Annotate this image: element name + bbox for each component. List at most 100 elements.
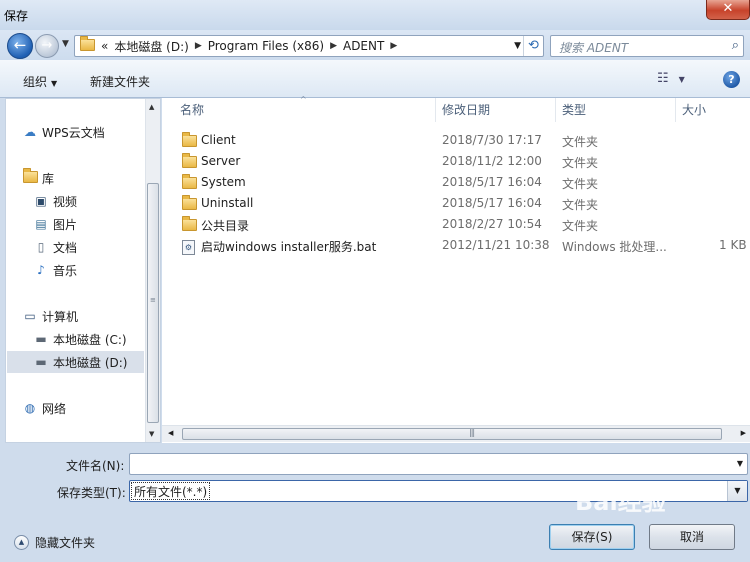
back-arrow-icon: ← (13, 36, 27, 54)
file-row[interactable]: Client 2018/7/30 17:17 文件夹 (162, 130, 750, 151)
file-row[interactable]: ⚙ 启动windows installer服务.bat 2012/11/21 1… (162, 235, 750, 256)
forward-arrow-icon: → (41, 38, 53, 53)
hide-folders-toggle[interactable]: ▲ 隐藏文件夹 (14, 534, 95, 551)
organize-button[interactable]: 组织 ▼ (23, 73, 57, 90)
column-header-name[interactable]: 名称 (162, 98, 436, 122)
folder-icon (182, 174, 198, 189)
cloud-icon: ☁ (24, 125, 36, 139)
picture-icon: ▤ (35, 217, 47, 231)
breadcrumb-prefix[interactable]: « (101, 39, 108, 53)
file-row[interactable]: Server 2018/11/2 12:00 文件夹 (162, 151, 750, 172)
command-toolbar: 组织 ▼ 新建文件夹 ☷ ▼ ? (0, 60, 750, 98)
file-row[interactable]: 公共目录 2018/2/27 10:54 文件夹 (162, 214, 750, 235)
breadcrumb-item[interactable]: ADENT (343, 39, 384, 53)
filename-field[interactable]: ▼ (129, 453, 748, 475)
drive-icon: ▬ (35, 355, 47, 369)
file-date: 2018/2/27 10:54 (442, 217, 542, 231)
file-name: Client (201, 133, 236, 147)
refresh-icon[interactable]: ⟲ (523, 36, 543, 56)
organize-label: 组织 (23, 75, 48, 89)
scroll-right-icon[interactable]: ▶ (741, 429, 746, 437)
file-list-pane: ^ 名称 修改日期 类型 大小 Client 2018/7/30 17:17 文… (162, 95, 750, 443)
sidebar-item-network[interactable]: ◍ 网络 (22, 397, 162, 419)
forward-button[interactable]: → (35, 34, 59, 58)
file-type: 文件夹 (562, 135, 599, 149)
breadcrumb-item[interactable]: 本地磁盘 (D:) (114, 38, 188, 55)
file-name: 启动windows installer服务.bat (201, 240, 377, 254)
sidebar-item-label: 视频 (53, 194, 78, 209)
file-type: Windows 批处理... (562, 240, 667, 254)
sidebar-item-drive-d[interactable]: ▬ 本地磁盘 (D:) (7, 351, 144, 373)
column-header-date[interactable]: 修改日期 (436, 98, 556, 122)
sidebar-item-label: 计算机 (42, 309, 79, 324)
navigation-bar: ← → ▼ « 本地磁盘 (D:) ▶ Program Files (x86) … (0, 30, 750, 60)
sidebar-item-label: 文档 (53, 240, 78, 255)
horizontal-scrollbar[interactable]: ◀ ||| ▶ (162, 425, 750, 442)
file-type: 文件夹 (562, 177, 599, 191)
address-dropdown-icon[interactable]: ▼ (514, 41, 521, 51)
chevron-down-icon[interactable]: ▼ (727, 481, 747, 501)
sidebar-item-computer[interactable]: ▭ 计算机 (22, 305, 162, 327)
chevron-down-icon: ▼ (51, 79, 58, 88)
sidebar-item-label: 本地磁盘 (C:) (53, 332, 127, 347)
chevron-right-icon[interactable]: ▶ (330, 41, 337, 51)
scroll-down-icon[interactable]: ▼ (149, 430, 154, 438)
new-folder-label: 新建文件夹 (90, 75, 151, 89)
document-icon: ▯ (37, 240, 45, 254)
view-options-icon: ☷ (657, 71, 669, 86)
scroll-left-icon[interactable]: ◀ (168, 429, 173, 437)
chevron-down-icon: ▼ (678, 75, 685, 84)
column-header-size[interactable]: 大小 (676, 98, 750, 122)
close-button[interactable]: ✕ (706, 0, 750, 20)
chevron-right-icon[interactable]: ▶ (195, 41, 202, 51)
file-name: Uninstall (201, 196, 254, 210)
batch-file-icon: ⚙ (182, 237, 198, 255)
scrollbar-thumb[interactable]: ||| (182, 428, 722, 440)
hide-folders-label: 隐藏文件夹 (35, 536, 96, 550)
file-row[interactable]: System 2018/5/17 16:04 文件夹 (162, 172, 750, 193)
title-bar: 保存 ✕ (0, 0, 750, 30)
folder-icon (80, 35, 95, 54)
filename-input[interactable] (132, 455, 722, 473)
address-bar[interactable]: « 本地磁盘 (D:) ▶ Program Files (x86) ▶ ADEN… (74, 35, 544, 57)
column-header-type[interactable]: 类型 (556, 98, 676, 122)
file-date: 2018/7/30 17:17 (442, 133, 542, 147)
scrollbar-thumb[interactable]: ≡ (147, 183, 159, 423)
drive-icon: ▬ (35, 332, 47, 346)
folder-icon (182, 195, 198, 210)
filetype-selected-value[interactable]: 所有文件(*.*) (131, 482, 211, 500)
file-type: 文件夹 (562, 156, 599, 170)
search-icon[interactable]: ⌕ (732, 38, 739, 53)
music-icon: ♪ (37, 263, 45, 277)
file-name: System (201, 175, 246, 189)
search-box[interactable]: 搜索 ADENT ⌕ (550, 35, 744, 57)
chevron-right-icon[interactable]: ▶ (390, 41, 397, 51)
change-view-button[interactable]: ☷ ▼ (657, 71, 685, 86)
file-date: 2018/5/17 16:04 (442, 196, 542, 210)
search-input[interactable]: 搜索 ADENT (559, 39, 628, 56)
breadcrumb-item[interactable]: Program Files (x86) (208, 39, 324, 53)
filetype-label: 保存类型(T): (57, 486, 126, 500)
folder-icon (182, 216, 198, 231)
recent-locations-dropdown-icon[interactable]: ▼ (62, 39, 69, 49)
cancel-button[interactable]: 取消 (649, 524, 735, 550)
watermark: Bai经验 (575, 488, 666, 516)
sidebar-item-wps-cloud[interactable]: ☁ WPS云文档 (22, 121, 162, 143)
file-type: 文件夹 (562, 219, 599, 233)
chevron-down-icon[interactable]: ▼ (737, 459, 743, 468)
sidebar-scrollbar[interactable]: ▲ ≡ ▼ (145, 99, 160, 442)
navigation-pane: ☁ WPS云文档 库 ▣ 视频 ▤ 图片 ▯ 文档 ♪ 音乐 ▭ 计算机 ▬ 本… (5, 98, 161, 443)
file-row[interactable]: Uninstall 2018/5/17 16:04 文件夹 (162, 193, 750, 214)
sidebar-item-library[interactable]: 库 (22, 167, 162, 189)
network-icon: ◍ (24, 401, 36, 415)
folder-icon (182, 132, 198, 147)
scroll-up-icon[interactable]: ▲ (149, 103, 154, 111)
file-name: 公共目录 (201, 219, 250, 233)
sidebar-item-label: 图片 (53, 217, 78, 232)
back-button[interactable]: ← (7, 33, 33, 59)
save-button[interactable]: 保存(S) (549, 524, 635, 550)
library-icon (22, 167, 38, 186)
help-button[interactable]: ? (723, 71, 740, 88)
new-folder-button[interactable]: 新建文件夹 (90, 73, 150, 90)
sidebar-item-label: WPS云文档 (42, 125, 105, 140)
